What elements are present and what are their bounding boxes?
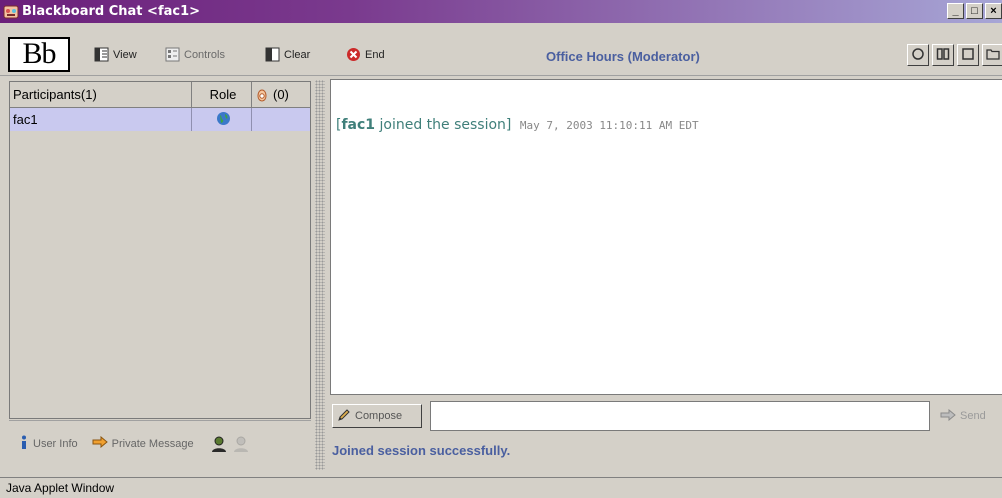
send-button[interactable]: Send (936, 404, 1002, 428)
arrow-right-icon (92, 435, 108, 451)
view-label: View (113, 48, 137, 61)
user-info-label: User Info (33, 437, 78, 450)
chat-transcript[interactable]: [fac1 joined the session] May 7, 2003 11… (330, 79, 1002, 395)
participant-actions: User Info Private Message (9, 420, 311, 466)
participants-column-header[interactable]: Participants(1) (10, 82, 192, 107)
maximize-button[interactable]: □ (966, 3, 983, 19)
globe-icon (216, 111, 231, 129)
two-pane-layout-button[interactable] (932, 44, 954, 66)
participant-name: fac1 (10, 108, 192, 131)
two-pane-layout-icon (936, 47, 950, 64)
folder-button[interactable] (982, 44, 1002, 66)
view-icon (94, 47, 109, 62)
private-message-button[interactable]: Private Message (92, 435, 194, 451)
compose-label: Compose (355, 410, 403, 422)
role-column-header[interactable]: Role (192, 82, 252, 107)
status-message: Joined session successfully. (332, 443, 511, 458)
view-button[interactable]: View (94, 47, 137, 62)
send-arrow-icon (940, 408, 956, 424)
minimize-button[interactable]: _ (947, 3, 964, 19)
message-user: fac1 (341, 117, 376, 133)
clear-button[interactable]: Clear (265, 47, 310, 62)
info-icon (19, 435, 29, 453)
user-add-icon[interactable] (210, 435, 228, 453)
raised-hands-count: (0) (273, 87, 289, 102)
end-label: End (365, 48, 385, 61)
participant-row[interactable]: fac1 (10, 108, 310, 131)
clear-icon (265, 47, 280, 62)
message-timestamp: May 7, 2003 11:10:11 AM EDT (519, 119, 699, 132)
user-remove-icon[interactable] (232, 435, 250, 453)
compose-button[interactable]: Compose (332, 404, 422, 428)
circle-layout-button[interactable] (907, 44, 929, 66)
applet-window-footer: Java Applet Window (0, 477, 1002, 498)
participants-header: Participants(1) Role (0) (10, 82, 310, 108)
layout-buttons (907, 44, 1002, 66)
folder-icon (986, 47, 1000, 64)
circle-layout-icon (911, 47, 925, 64)
close-button[interactable]: × (985, 3, 1002, 19)
window-title: Blackboard Chat <fac1> (22, 4, 201, 19)
single-pane-layout-button[interactable] (957, 44, 979, 66)
clear-label: Clear (284, 48, 311, 61)
blackboard-logo: Bb (8, 37, 70, 72)
private-message-label: Private Message (111, 437, 194, 450)
message-text: joined the session] (375, 117, 512, 133)
title-bar[interactable]: Blackboard Chat <fac1> _ □ × (0, 0, 1002, 23)
message-input[interactable] (430, 401, 930, 431)
raised-hand-icon (255, 88, 269, 102)
raised-hands-column-header[interactable]: (0) (252, 82, 310, 107)
controls-button[interactable]: Controls (165, 47, 225, 62)
panel-splitter[interactable] (315, 80, 325, 470)
chat-message: [fac1 joined the session] May 7, 2003 11… (336, 117, 699, 133)
end-button[interactable]: End (346, 47, 385, 62)
user-info-button[interactable]: User Info (19, 435, 78, 453)
participant-hand (252, 108, 310, 131)
toolbar: Bb View Controls Clear End Office Hours … (0, 23, 1002, 76)
pencil-icon (337, 408, 351, 425)
controls-icon (165, 47, 180, 62)
participant-role (192, 108, 252, 131)
window-controls: _ □ × (947, 3, 1002, 19)
send-label: Send (960, 410, 986, 422)
session-title: Office Hours (Moderator) (546, 49, 700, 64)
controls-label: Controls (184, 48, 225, 61)
single-pane-layout-icon (961, 47, 975, 64)
app-icon (3, 4, 19, 20)
end-icon (346, 47, 361, 62)
participants-panel: Participants(1) Role (0) fac1 (9, 81, 311, 419)
